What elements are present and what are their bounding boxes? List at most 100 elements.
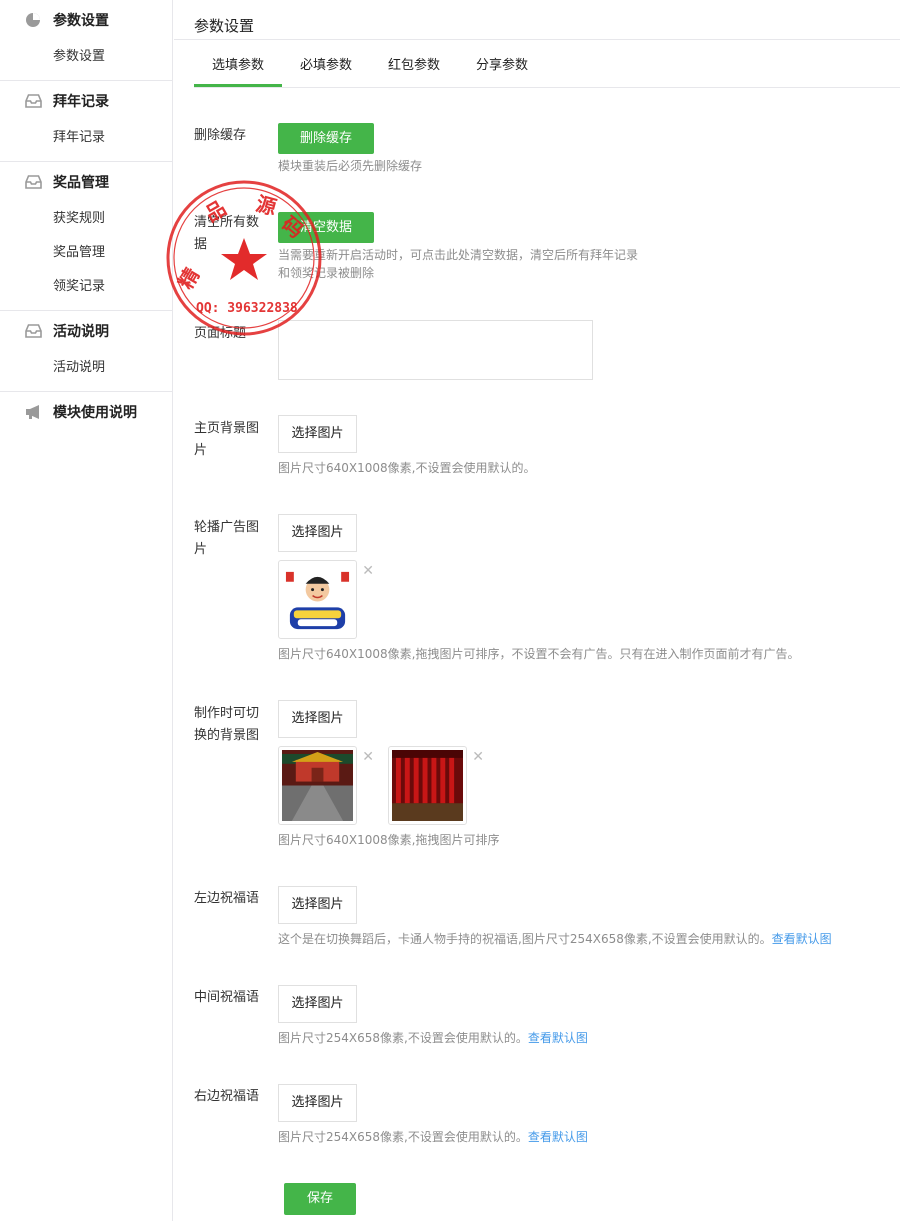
sidebar-group-prizes: 奖品管理 获奖规则 奖品管理 领奖记录	[0, 162, 172, 311]
view-default-image-link[interactable]: 查看默认图	[528, 1031, 588, 1045]
remove-image-icon[interactable]: ✕	[472, 749, 484, 765]
sidebar-group-activity: 活动说明 活动说明	[0, 311, 172, 392]
tab-share-params[interactable]: 分享参数	[458, 40, 546, 87]
choose-image-button[interactable]: 选择图片	[278, 985, 357, 1023]
image-thumb[interactable]: ✕	[388, 746, 484, 825]
field-label: 页面标题	[194, 326, 247, 341]
remove-image-icon[interactable]: ✕	[362, 749, 374, 765]
image-thumb[interactable]: ✕	[278, 746, 374, 825]
sidebar-item-prize-management[interactable]: 奖品管理	[0, 236, 172, 270]
page-title: 参数设置	[174, 0, 900, 40]
tab-redpacket-params[interactable]: 红包参数	[370, 40, 458, 87]
field-control: 保存	[284, 1183, 894, 1215]
remove-image-icon[interactable]: ✕	[362, 563, 374, 579]
field-control: 选择图片 ✕	[278, 514, 888, 663]
sidebar-group-records: 拜年记录 拜年记录	[0, 81, 172, 162]
image-thumbs: ✕ ✕	[278, 746, 888, 825]
clear-data-button[interactable]: 清空数据	[278, 212, 375, 243]
field-control: 选择图片 图片尺寸254X658像素,不设置会使用默认的。查看默认图	[278, 985, 888, 1047]
field-control: 选择图片 ✕	[278, 700, 888, 849]
field-control: 清空数据 当需要重新开启活动时，可点击此处清空数据，清空后所有拜年记录 和领奖记…	[278, 212, 888, 282]
form-row-save: 保存	[194, 1183, 894, 1215]
field-hint-text: 图片尺寸254X658像素,不设置会使用默认的。	[278, 1031, 528, 1045]
field-label: 中间祝福语	[194, 990, 260, 1005]
form-row-left-blessing: 左边祝福语 选择图片 这个是在切换舞蹈后，卡通人物手持的祝福语,图片尺寸254X…	[194, 886, 894, 956]
field-label: 删除缓存	[194, 128, 247, 143]
sidebar-head-label: 奖品管理	[53, 175, 109, 191]
tab-required-params[interactable]: 必填参数	[282, 40, 370, 87]
inbox-icon	[24, 173, 42, 191]
field-hint-text: 这个是在切换舞蹈后，卡通人物手持的祝福语,图片尺寸254X658像素,不设置会使…	[278, 932, 772, 946]
sidebar-item-records[interactable]: 拜年记录	[0, 121, 172, 155]
form-row-middle-blessing: 中间祝福语 选择图片 图片尺寸254X658像素,不设置会使用默认的。查看默认图	[194, 985, 894, 1055]
form-row-clear: 清空所有数据 清空数据 当需要重新开启活动时，可点击此处清空数据，清空后所有拜年…	[194, 212, 894, 292]
choose-image-button[interactable]: 选择图片	[278, 886, 357, 924]
field-hint-line: 当需要重新开启活动时，可点击此处清空数据，清空后所有拜年记录	[278, 248, 639, 262]
field-hint: 模块重装后必须先删除缓存	[278, 159, 423, 173]
choose-image-button[interactable]: 选择图片	[278, 700, 357, 738]
field-hint: 图片尺寸254X658像素,不设置会使用默认的。查看默认图	[278, 1029, 888, 1047]
sidebar-item-settings[interactable]: 参数设置	[0, 40, 172, 74]
sidebar-group-settings: 参数设置 参数设置	[0, 0, 172, 81]
sidebar-head-label: 活动说明	[53, 324, 109, 340]
sidebar-head-label: 参数设置	[53, 13, 109, 29]
field-label: 右边祝福语	[194, 1089, 260, 1104]
temple-background-image	[282, 750, 353, 821]
field-label: 主页背景图片	[194, 421, 260, 458]
field-label: 左边祝福语	[194, 891, 260, 906]
view-default-image-link[interactable]: 查看默认图	[528, 1130, 588, 1144]
pie-chart-icon	[24, 11, 42, 29]
sidebar-group-guide: 模块使用说明	[0, 392, 172, 438]
tab-optional-params[interactable]: 选填参数	[194, 40, 283, 87]
megaphone-icon	[24, 403, 42, 421]
field-control	[278, 320, 888, 380]
sidebar-head-settings[interactable]: 参数设置	[0, 0, 172, 40]
field-hint-text: 图片尺寸254X658像素,不设置会使用默认的。	[278, 1130, 528, 1144]
sidebar-head-label: 模块使用说明	[53, 405, 137, 421]
field-control: 选择图片 图片尺寸254X658像素,不设置会使用默认的。查看默认图	[278, 1084, 888, 1146]
field-hint: 当需要重新开启活动时，可点击此处清空数据，清空后所有拜年记录 和领奖记录被删除	[278, 246, 888, 282]
choose-image-button[interactable]: 选择图片	[278, 514, 357, 552]
sidebar-item-award-rules[interactable]: 获奖规则	[0, 202, 172, 236]
sidebar-head-records[interactable]: 拜年记录	[0, 81, 172, 121]
tab-bar: 选填参数 必填参数 红包参数 分享参数	[194, 40, 900, 88]
field-control: 选择图片 这个是在切换舞蹈后，卡通人物手持的祝福语,图片尺寸254X658像素,…	[278, 886, 888, 948]
sidebar-item-activity[interactable]: 活动说明	[0, 351, 172, 385]
field-label: 清空所有数据	[194, 215, 260, 252]
form-row-cache: 删除缓存 删除缓存 模块重装后必须先删除缓存	[194, 123, 894, 183]
inbox-icon	[24, 322, 42, 340]
field-hint-line: 和领奖记录被删除	[278, 266, 375, 280]
page-title-input[interactable]	[278, 320, 593, 380]
form-row-right-blessing: 右边祝福语 选择图片 图片尺寸254X658像素,不设置会使用默认的。查看默认图	[194, 1084, 894, 1154]
view-default-image-link[interactable]: 查看默认图	[772, 932, 832, 946]
sidebar-item-claim-records[interactable]: 领奖记录	[0, 270, 172, 304]
save-button[interactable]: 保存	[284, 1183, 357, 1215]
delete-cache-button[interactable]: 删除缓存	[278, 123, 375, 154]
choose-image-button[interactable]: 选择图片	[278, 415, 357, 453]
stage-curtain-image	[392, 750, 463, 821]
field-label: 轮播广告图片	[194, 520, 260, 557]
form-row-page-title: 页面标题	[194, 320, 894, 382]
field-control: 选择图片 图片尺寸640X1008像素,不设置会使用默认的。	[278, 415, 888, 477]
cartoon-ad-image	[282, 564, 353, 635]
field-hint: 图片尺寸640X1008像素,拖拽图片可排序	[278, 833, 500, 847]
main-content: 参数设置 选填参数 必填参数 红包参数 分享参数 删除缓存 删除缓存 模块重装后…	[174, 0, 900, 1221]
field-label: 制作时可切换的背景图	[194, 706, 260, 743]
sidebar-head-prizes[interactable]: 奖品管理	[0, 162, 172, 202]
sidebar-head-guide[interactable]: 模块使用说明	[0, 392, 172, 432]
inbox-icon	[24, 92, 42, 110]
image-thumb[interactable]: ✕	[278, 560, 374, 639]
choose-image-button[interactable]: 选择图片	[278, 1084, 357, 1122]
image-thumbs: ✕	[278, 560, 888, 639]
form-row-carousel-ad: 轮播广告图片 选择图片 ✕ 图片尺寸640X1008像素,拖拽图片可排序，不设置…	[194, 514, 894, 674]
sidebar-head-activity[interactable]: 活动说明	[0, 311, 172, 351]
form-row-switch-bg: 制作时可切换的背景图 选择图片 ✕ ✕ 图片尺寸640X1008像素,拖拽图片可…	[194, 700, 894, 860]
sidebar-head-label: 拜年记录	[53, 94, 109, 110]
form-row-home-bg: 主页背景图片 选择图片 图片尺寸640X1008像素,不设置会使用默认的。	[194, 415, 894, 485]
field-hint: 这个是在切换舞蹈后，卡通人物手持的祝福语,图片尺寸254X658像素,不设置会使…	[278, 930, 888, 948]
field-control: 删除缓存 模块重装后必须先删除缓存	[278, 123, 888, 175]
field-hint: 图片尺寸640X1008像素,拖拽图片可排序，不设置不会有广告。只有在进入制作页…	[278, 647, 800, 661]
field-hint: 图片尺寸640X1008像素,不设置会使用默认的。	[278, 461, 536, 475]
sidebar: 参数设置 参数设置 拜年记录 拜年记录 奖品管理 获奖规则 奖品管理 领奖记录 …	[0, 0, 173, 1221]
field-hint: 图片尺寸254X658像素,不设置会使用默认的。查看默认图	[278, 1128, 888, 1146]
